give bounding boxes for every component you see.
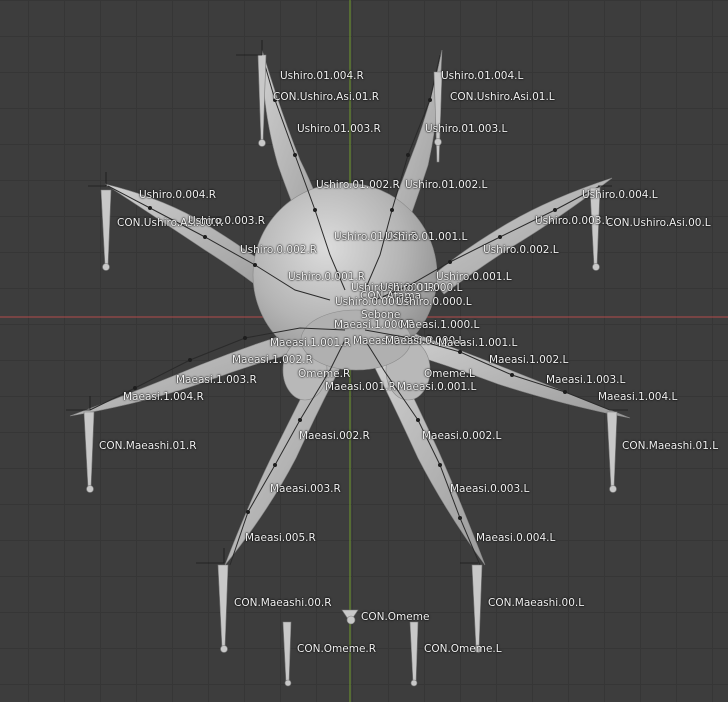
bone-label: Ushiro.0.004.L: [582, 189, 658, 201]
bone-label: Ushiro.01.002.L: [405, 179, 488, 191]
scene-canvas: [0, 0, 728, 702]
bone-label: Maeasi.1.001.L: [438, 337, 518, 349]
bone-label: Ushiro.01.004.L: [441, 70, 524, 82]
bone-label: Ushiro.01.004.R: [280, 70, 364, 82]
bone-label: Ushiro.0.002.R: [240, 244, 318, 256]
bone-label: Maeasi.0.001.L: [397, 381, 477, 393]
bone-label: Maeasi.001.R: [325, 381, 396, 393]
bone-label: Ushiro.0.002.L: [483, 244, 559, 256]
bone-label: Ushiro.01.003.L: [425, 123, 508, 135]
bone-label: Maeasi.003.R: [270, 483, 341, 495]
bone-label: Omeme.R: [298, 368, 351, 380]
bone-label: Ushiro.01.001.L: [385, 231, 468, 243]
bone-label: CON.Ushiro.Asi.00.L: [606, 217, 711, 229]
bone-label: Ushiro.0.004.R: [139, 189, 217, 201]
bone-label: Maeasi.1.000.L: [400, 319, 480, 331]
bone-label: CON.Ushiro.Asi.01.R: [273, 91, 380, 103]
bone-label: Maeasi.1.003.R: [176, 374, 257, 386]
bone-label: Maeasi.1.002.R: [232, 354, 313, 366]
bone-label: Maeasi.1.001.R: [270, 337, 351, 349]
3d-viewport[interactable]: Ushiro.01.004.R Ushiro.01.004.L CON.Ushi…: [0, 0, 728, 702]
bone-label: Ushiro.0.000.L: [396, 296, 472, 308]
bone-label: Maeasi.005.R: [245, 532, 316, 544]
bone-label: Maeasi.1.003.L: [546, 374, 626, 386]
bone-label: CON.Omeme.R: [297, 643, 377, 655]
bone-label: CON.Omeme: [361, 611, 430, 623]
bone-label: Maeasi.0.003.L: [450, 483, 530, 495]
bone-label: Ushiro.0.003.L: [535, 215, 611, 227]
bone-label: CON.Maeashi.01.R: [99, 440, 197, 452]
bone-label: CON.Maeashi.00.L: [488, 597, 585, 609]
bone-label: CON.Ushiro.Asi.01.L: [450, 91, 555, 103]
bone-label: Ushiro.01.003.R: [297, 123, 381, 135]
bone-label: Maeasi.0.004.L: [476, 532, 556, 544]
bone-label: Maeasi.1.002.L: [489, 354, 569, 366]
bone-label: Maeasi.1.004.L: [598, 391, 678, 403]
bone-label: Maeasi.002.R: [299, 430, 370, 442]
bone-label: Maeasi.0.002.L: [422, 430, 502, 442]
bone-label: CON.Maeashi.01.L: [622, 440, 719, 452]
bone-label: Ushiro.01.002.R: [316, 179, 400, 191]
bone-label: Ushiro.0.003.R: [188, 215, 266, 227]
bone-label: CON.Maeashi.00.R: [234, 597, 332, 609]
bone-label: Maeasi.1.004.R: [123, 391, 204, 403]
bone-label: Omeme.L: [424, 368, 475, 380]
bone-label: CON.Omeme.L: [424, 643, 502, 655]
